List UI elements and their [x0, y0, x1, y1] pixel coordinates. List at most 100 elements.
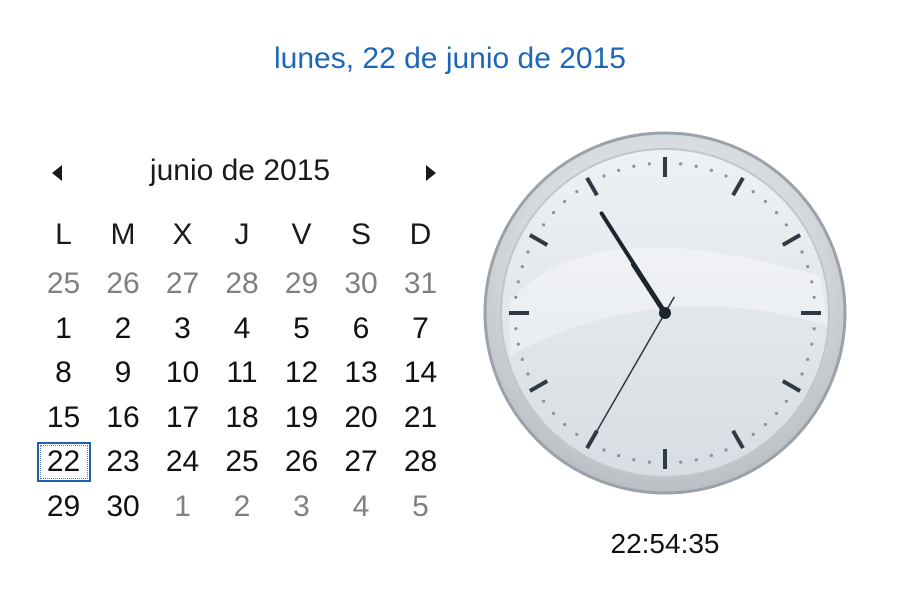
minute-dot [784, 399, 788, 403]
day-cell[interactable]: 5 [391, 485, 450, 529]
minute-dot [617, 454, 621, 458]
long-date-link[interactable]: lunes, 22 de junio de 2015 [0, 42, 900, 76]
digital-time: 22:54:35 [610, 528, 720, 559]
weekday-header: LMXJVSD [34, 218, 452, 262]
clock-face [483, 131, 847, 495]
month-header: junio de 2015 [30, 148, 450, 198]
weekday-label: V [291, 218, 312, 251]
day-cell[interactable]: 12 [272, 351, 331, 395]
day-cell[interactable]: 4 [213, 307, 272, 351]
day-cell[interactable]: 1 [153, 485, 212, 529]
day-cell[interactable]: 25 [213, 440, 272, 484]
minute-dot [709, 454, 713, 458]
minute-dot [514, 327, 518, 331]
day-cell[interactable]: 30 [332, 262, 391, 306]
minute-dot [763, 422, 767, 427]
day-cell-today[interactable]: 22 [34, 440, 93, 484]
minute-dot [694, 458, 698, 462]
minute-dot [751, 432, 755, 436]
day-cell[interactable]: 16 [94, 396, 153, 440]
minute-dot [679, 460, 683, 464]
day-cell[interactable]: 28 [213, 262, 272, 306]
clock-hub [659, 307, 671, 319]
minute-dot [551, 211, 556, 215]
analog-clock [480, 126, 850, 496]
day-cell[interactable]: 3 [153, 307, 212, 351]
minute-dot [806, 265, 810, 269]
day-cell[interactable]: 2 [94, 307, 153, 351]
day-cell[interactable]: 26 [94, 262, 153, 306]
day-cell[interactable]: 26 [272, 440, 331, 484]
day-cell[interactable]: 21 [391, 396, 450, 440]
day-cell[interactable]: 29 [34, 485, 93, 529]
minute-dot [514, 295, 518, 299]
minute-dot [784, 223, 788, 227]
day-cell[interactable]: 2 [213, 485, 272, 529]
weekday-label: S [350, 218, 371, 251]
day-cell[interactable]: 7 [391, 307, 450, 351]
next-month-button[interactable] [420, 160, 442, 186]
day-cell[interactable]: 27 [153, 262, 212, 306]
weekday-label: J [234, 218, 250, 251]
day-cell[interactable]: 19 [272, 396, 331, 440]
day-cell[interactable]: 1 [34, 307, 93, 351]
day-cell[interactable]: 28 [391, 440, 450, 484]
minute-dot [647, 162, 651, 166]
minute-dot [647, 460, 651, 464]
day-cell[interactable]: 6 [332, 307, 391, 351]
minute-dot [617, 168, 621, 172]
minute-dot [602, 174, 606, 178]
day-cell[interactable]: 15 [34, 396, 93, 440]
minute-dot [694, 164, 698, 168]
day-cell[interactable]: 13 [332, 351, 391, 395]
minute-dot [526, 250, 530, 254]
day-cell[interactable]: 14 [391, 351, 450, 395]
day-cell[interactable]: 9 [94, 351, 153, 395]
day-cell[interactable]: 25 [34, 262, 93, 306]
minute-dot [679, 162, 683, 166]
minute-dot [516, 280, 520, 284]
weekday-label: D [409, 218, 432, 251]
day-cell[interactable]: 4 [332, 485, 391, 529]
day-cell[interactable]: 17 [153, 396, 212, 440]
minute-dot [724, 174, 728, 178]
day-cell[interactable]: 31 [391, 262, 450, 306]
minute-dot [632, 164, 636, 168]
day-cell[interactable]: 27 [332, 440, 391, 484]
calendar-grid: 25 26 27 28 29 30 31 1 2 3 4 5 6 7 8 9 10 11 12 13 14 15 16 17 1… [34, 262, 452, 532]
minute-dot [724, 448, 728, 452]
day-cell[interactable]: 8 [34, 351, 93, 395]
day-cell[interactable]: 20 [332, 396, 391, 440]
day-cell[interactable]: 3 [272, 485, 331, 529]
day-cell[interactable]: 11 [213, 351, 272, 395]
minute-dot [800, 250, 804, 254]
day-cell[interactable]: 23 [94, 440, 153, 484]
minute-dot [810, 280, 814, 284]
minute-dot [551, 411, 556, 415]
day-cell[interactable]: 5 [272, 307, 331, 351]
minute-dot [751, 190, 755, 194]
minute-dot [774, 411, 779, 415]
minute-dot [563, 199, 567, 204]
minute-dot [810, 342, 814, 346]
day-cell[interactable]: 30 [94, 485, 153, 529]
minute-dot [520, 265, 524, 269]
day-cell[interactable]: 24 [153, 440, 212, 484]
minute-dot [516, 342, 520, 346]
day-cell[interactable]: 10 [153, 351, 212, 395]
minute-dot [806, 357, 810, 361]
day-cell[interactable]: 29 [272, 262, 331, 306]
weekday-label: X [172, 218, 193, 251]
minute-dot [563, 422, 567, 427]
minute-dot [542, 399, 546, 403]
minute-dot [575, 190, 579, 194]
chevron-left-icon [52, 165, 62, 181]
month-label[interactable]: junio de 2015 [90, 154, 390, 188]
minute-dot [800, 372, 804, 376]
minute-dot [575, 432, 579, 436]
prev-month-button[interactable] [46, 160, 68, 186]
minute-dot [812, 295, 816, 299]
day-cell[interactable]: 18 [213, 396, 272, 440]
minute-dot [632, 458, 636, 462]
weekday-label: L [55, 218, 72, 251]
